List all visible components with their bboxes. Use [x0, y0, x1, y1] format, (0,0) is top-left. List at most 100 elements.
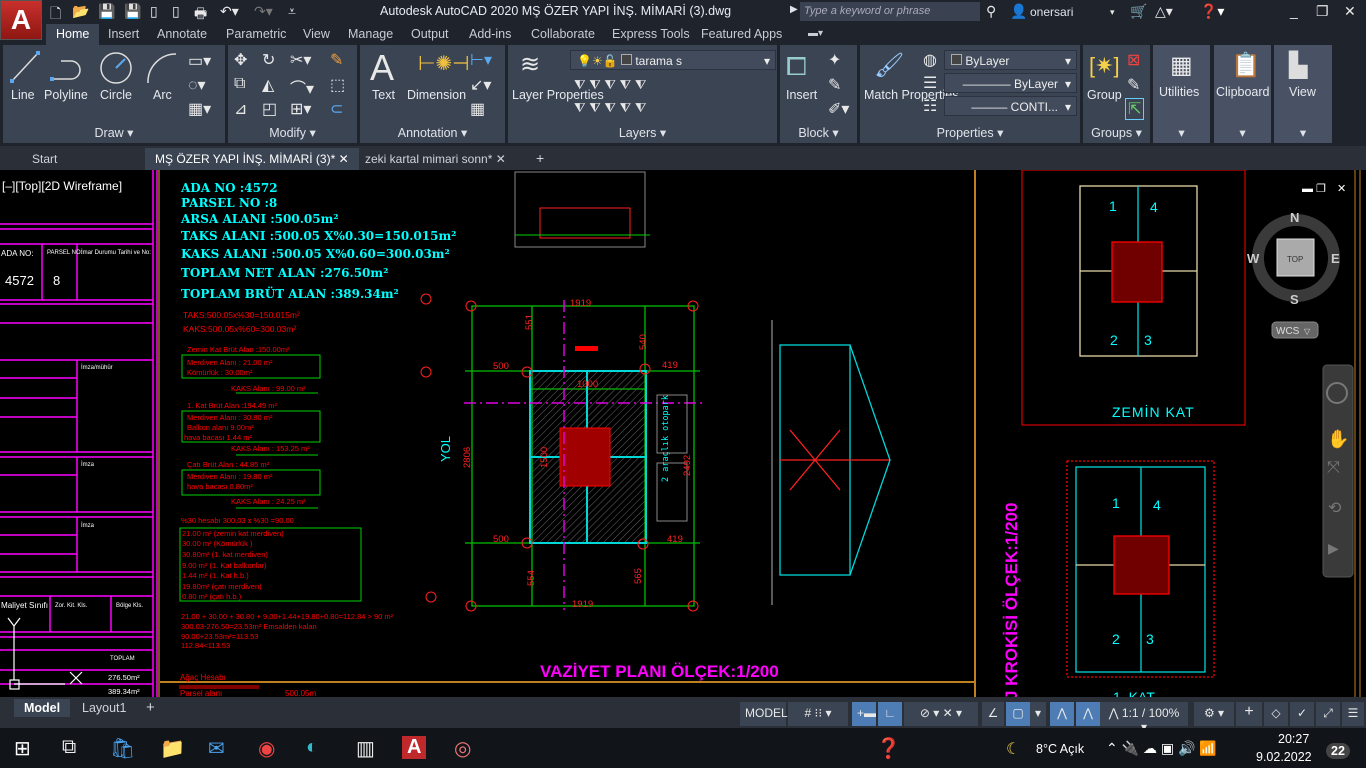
- save-icon[interactable]: 💾: [98, 3, 115, 20]
- text-icon[interactable]: A: [370, 47, 394, 89]
- explode-icon[interactable]: ⬚: [330, 75, 345, 95]
- tab-collaborate[interactable]: Collaborate: [531, 27, 595, 41]
- tab-add-ins[interactable]: Add-ins: [469, 27, 511, 41]
- layer-tools-row1-icons[interactable]: ⧨ ⧨ ⧨ ⧨ ⧨: [574, 77, 646, 93]
- draw-panel-label[interactable]: Draw ▾: [3, 125, 225, 140]
- application-menu-button[interactable]: A: [0, 0, 42, 40]
- offset-icon[interactable]: ⊂: [330, 99, 343, 119]
- user-name[interactable]: onersari: [1030, 5, 1073, 19]
- viewport-close-icon[interactable]: ✕: [1337, 183, 1346, 195]
- file-tab-start[interactable]: Start: [22, 148, 67, 170]
- clock-time[interactable]: 20:27: [1278, 732, 1309, 746]
- ungroup-icon[interactable]: ⊠: [1127, 50, 1140, 70]
- open-web-icon[interactable]: ▯: [150, 3, 158, 20]
- create-block-icon[interactable]: ✦: [828, 50, 841, 70]
- tab-manage[interactable]: Manage: [348, 27, 393, 41]
- tray-icons[interactable]: ⌃ 🔌 ☁ ▣ 🔊 📶: [1106, 740, 1217, 757]
- undo-icon[interactable]: ↶▾: [220, 3, 239, 20]
- new-layout-button[interactable]: +: [136, 697, 165, 718]
- tab-home[interactable]: Home: [46, 24, 100, 45]
- new-tab-button[interactable]: +: [526, 148, 554, 170]
- clean-screen-button[interactable]: ⤢: [1316, 702, 1340, 726]
- minimize-button[interactable]: _: [1290, 3, 1298, 19]
- auto-scale-button[interactable]: ⋀: [1076, 702, 1100, 726]
- orbit-icon[interactable]: ⟲: [1328, 500, 1342, 517]
- zoom-extents-icon[interactable]: ⤧: [1327, 459, 1340, 476]
- user-dropdown-icon[interactable]: ▾: [1110, 7, 1115, 18]
- match-properties-icon[interactable]: 🖌: [874, 51, 904, 80]
- layer-properties-icon[interactable]: ≋: [520, 50, 540, 79]
- autocad-taskbar-icon[interactable]: A: [402, 736, 427, 759]
- mirror-icon[interactable]: ◭: [262, 75, 274, 95]
- customization-menu-button[interactable]: ☰: [1342, 702, 1364, 726]
- group-label[interactable]: Group: [1087, 88, 1122, 103]
- tab-output[interactable]: Output: [411, 27, 449, 41]
- leader-icon[interactable]: ↙▾: [470, 75, 491, 95]
- insert-label[interactable]: Insert: [786, 88, 817, 103]
- ortho-button[interactable]: ∟: [878, 702, 902, 726]
- panel-clipboard[interactable]: 📋 Clipboard ▾: [1214, 45, 1271, 143]
- search-input[interactable]: Type a keyword or phrase: [800, 2, 980, 21]
- properties-panel-label[interactable]: Properties ▾: [860, 125, 1080, 140]
- close-button[interactable]: ✕: [1344, 3, 1356, 20]
- ellipse-icon[interactable]: ◌▾: [188, 75, 206, 95]
- viewport-window-controls[interactable]: ▬ ❐ ✕: [1302, 183, 1346, 195]
- tab-view[interactable]: View: [303, 27, 330, 41]
- file-explorer-icon[interactable]: 📁: [160, 736, 185, 761]
- rotate-icon[interactable]: ↻: [262, 50, 275, 70]
- annotation-visibility-button[interactable]: ⋀: [1050, 702, 1074, 726]
- file-tab-zeki[interactable]: zeki kartal mimari sonn* ✕: [355, 148, 516, 170]
- edit-attribute-icon[interactable]: ✐▾: [828, 99, 849, 119]
- group-edit-icon[interactable]: ✎: [1127, 75, 1140, 95]
- stretch-icon[interactable]: ⊿: [234, 99, 247, 119]
- showmotion-icon[interactable]: ▶: [1328, 540, 1339, 556]
- viewcube-top-face[interactable]: TOP: [1287, 255, 1303, 264]
- viewport-minimize-icon[interactable]: ▬: [1302, 183, 1313, 195]
- drawing-canvas[interactable]: ADA NO: PARSEL NO: İmar Durumu Tarihi ve…: [0, 170, 1366, 697]
- linetype-dropdown[interactable]: ——— CONTI... ▾: [944, 96, 1077, 116]
- workspace-gear-button[interactable]: ⚙ ▾: [1194, 702, 1234, 726]
- compass-west[interactable]: W: [1247, 251, 1260, 266]
- trim-icon[interactable]: ✂▾: [290, 50, 311, 70]
- tab-layout1[interactable]: Layout1: [72, 699, 136, 717]
- compass-north[interactable]: N: [1290, 210, 1299, 225]
- circle-icon[interactable]: [99, 51, 133, 85]
- fillet-icon[interactable]: ⌒▾: [290, 75, 314, 99]
- autodesk-a360-icon[interactable]: △▾: [1155, 3, 1173, 20]
- edit-block-icon[interactable]: ✎: [828, 75, 841, 95]
- layer-dropdown[interactable]: 💡☀🔓 tarama s ▾: [570, 50, 776, 70]
- task-view-icon[interactable]: ⧉: [62, 736, 76, 759]
- circle-label[interactable]: Circle: [100, 88, 132, 103]
- groups-panel-label[interactable]: Groups ▾: [1083, 125, 1150, 140]
- panel-utilities[interactable]: ▦ Utilities ▾: [1153, 45, 1210, 143]
- table-icon[interactable]: ▦: [470, 99, 485, 119]
- close-tab-icon[interactable]: ✕: [496, 152, 506, 166]
- tab-express-tools[interactable]: Express Tools: [612, 27, 690, 41]
- binoculars-icon[interactable]: ⚲: [986, 3, 996, 20]
- dimension-label[interactable]: Dimension: [407, 88, 466, 103]
- save-as-icon[interactable]: 💾: [124, 3, 141, 20]
- color-dropdown[interactable]: ByLayer ▾: [944, 50, 1077, 70]
- compass-east[interactable]: E: [1331, 251, 1340, 266]
- app-icon[interactable]: ▥: [356, 736, 375, 761]
- redo-icon[interactable]: ↷▾: [254, 3, 273, 20]
- annotation-panel-label[interactable]: Annotation ▾: [360, 125, 505, 140]
- arc-label[interactable]: Arc: [153, 88, 172, 103]
- dimension-icon[interactable]: ⊢✺⊣: [418, 51, 470, 76]
- mail-icon[interactable]: ✉: [208, 736, 225, 761]
- viewcube[interactable]: TOP N S E W WCS ▽: [1247, 210, 1340, 339]
- group-icon[interactable]: [✷]: [1089, 53, 1120, 79]
- group-selection-icon[interactable]: ⇱: [1125, 98, 1145, 120]
- chevron-down-icon[interactable]: ▾: [1030, 702, 1046, 726]
- panel-view[interactable]: ▙ View ▾: [1274, 45, 1332, 143]
- chrome-icon[interactable]: ◉: [258, 736, 275, 761]
- polyline-icon[interactable]: [49, 55, 85, 83]
- file-tab-active[interactable]: MŞ ÖZER YAPI İNŞ. MİMARİ (3)* ✕: [145, 148, 359, 170]
- save-web-icon[interactable]: ▯: [172, 3, 180, 20]
- grid-snap-buttons[interactable]: # ⁝⁝ ▾: [788, 702, 848, 726]
- wcs-menu[interactable]: WCS: [1276, 326, 1300, 337]
- insert-block-icon[interactable]: ⧠: [786, 51, 807, 83]
- customize-qat-icon[interactable]: ⩡: [288, 3, 296, 20]
- rectangle-icon[interactable]: ▭▾: [188, 51, 211, 71]
- weather-text[interactable]: 8°C Açık: [1036, 742, 1084, 756]
